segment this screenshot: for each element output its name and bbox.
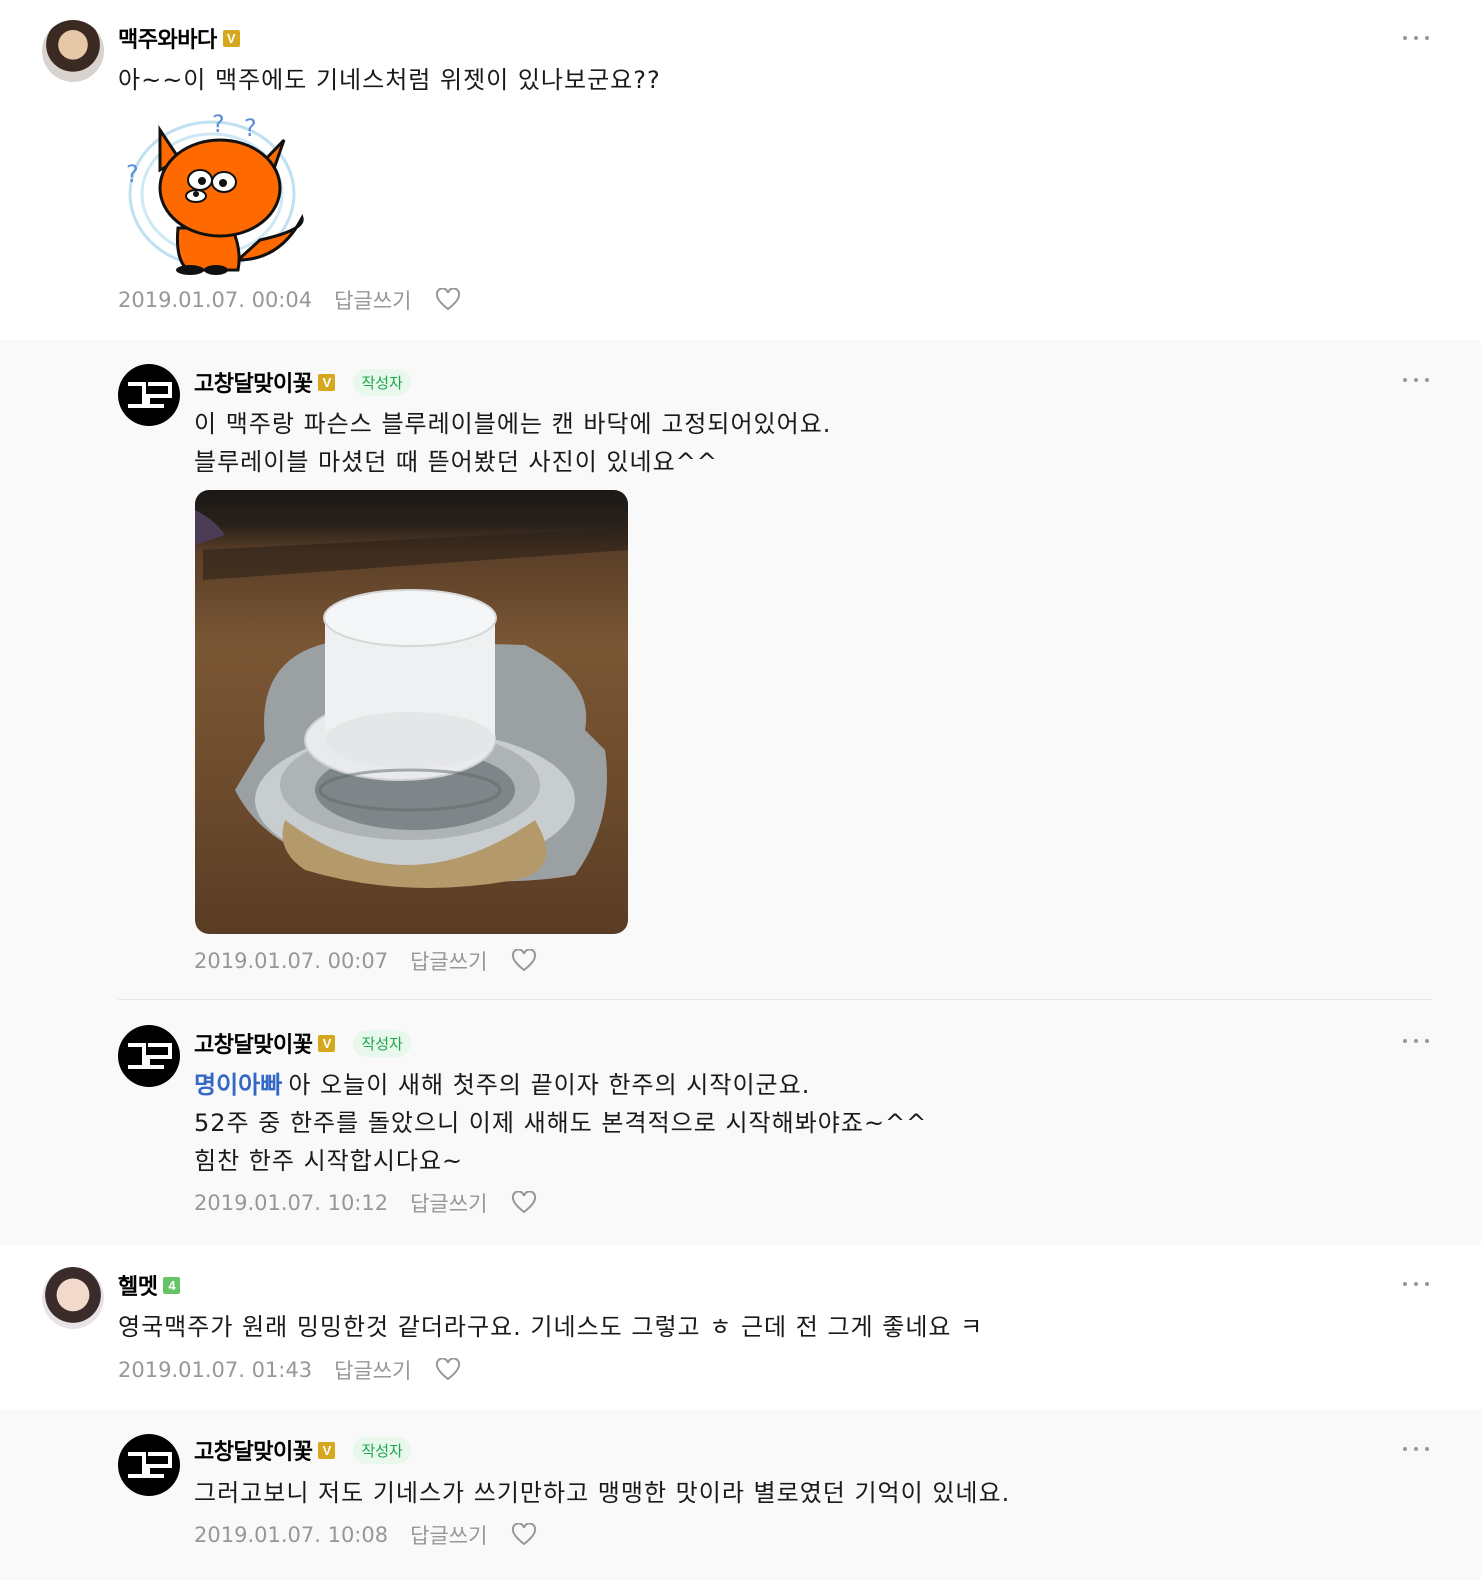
cafe-logo[interactable] — [118, 1025, 180, 1087]
heart-icon[interactable] — [435, 1358, 461, 1382]
avatar[interactable] — [42, 1267, 104, 1329]
reply-thread: 고창달맞이꽃 V 작성자 이 맥주랑 파슨스 블루레이블에는 캔 바닥에 고정되… — [0, 340, 1481, 1245]
heart-icon[interactable] — [511, 1191, 537, 1215]
level-badge-icon: V — [318, 1441, 336, 1459]
reply-thread: 고창달맞이꽃 V 작성자 그러고보니 저도 기네스가 쓰기만하고 맹맹한 맛이라… — [0, 1410, 1481, 1580]
author-badge: 작성자 — [353, 368, 411, 396]
reply-button[interactable]: 답글쓰기 — [334, 285, 411, 315]
mention-link[interactable]: 명이아빠 — [194, 1071, 282, 1099]
comment-text: 그러고보니 저도 기네스가 쓰기만하고 맹맹한 맛이라 별로였던 기억이 있네요… — [194, 1479, 1011, 1507]
reply-button[interactable]: 답글쓰기 — [410, 1188, 487, 1218]
level-badge-icon: V — [222, 29, 240, 47]
comment-item: 헬멧 4 영국맥주가 원래 밍밍한것 같더라구요. 기네스도 그렇고 ㅎ 근데 … — [0, 1245, 1481, 1410]
heart-icon[interactable] — [511, 949, 537, 973]
comment-text-line: 52주 중 한주를 돌았으니 이제 새해도 본격적으로 시작해봐야죠~^^ — [194, 1109, 928, 1137]
reply-button[interactable]: 답글쓰기 — [334, 1355, 411, 1385]
heart-icon[interactable] — [511, 1523, 537, 1547]
comment-nickname[interactable]: 고창달맞이꽃 — [194, 366, 313, 398]
comment-text-line: 이 맥주랑 파슨스 블루레이블에는 캔 바닥에 고정되어있어요. — [194, 410, 832, 438]
level-badge-icon: V — [318, 373, 336, 391]
fox-sticker: ? ? ? — [126, 110, 304, 275]
comment-nickname[interactable]: 고창달맞이꽃 — [194, 1434, 313, 1466]
cafe-logo[interactable] — [118, 364, 180, 426]
avatar[interactable] — [42, 20, 104, 82]
comment-date: 2019.01.07. 10:12 — [194, 1191, 389, 1215]
more-options-icon[interactable] — [1403, 1281, 1429, 1287]
more-options-icon[interactable] — [1403, 1446, 1429, 1452]
comment-nickname[interactable]: 고창달맞이꽃 — [194, 1027, 313, 1059]
level-badge-icon: 4 — [163, 1276, 181, 1294]
comment-nickname[interactable]: 맥주와바다 — [118, 22, 217, 54]
comment-date: 2019.01.07. 00:07 — [194, 949, 389, 973]
svg-text:?: ? — [212, 110, 225, 138]
comment-date: 2019.01.07. 00:04 — [118, 288, 313, 312]
comment-text: 영국맥주가 원래 밍밍한것 같더라구요. 기네스도 그렇고 ㅎ 근데 전 그게 … — [118, 1313, 984, 1341]
more-options-icon[interactable] — [1403, 377, 1429, 383]
comment-text: 명이아빠 아 오늘이 새해 첫주의 끝이자 한주의 시작이군요. 52주 중 한주… — [194, 1066, 927, 1180]
comment-date: 2019.01.07. 10:08 — [194, 1523, 389, 1547]
reply-button[interactable]: 답글쓰기 — [410, 1520, 487, 1550]
comment-date: 2019.01.07. 01:43 — [118, 1358, 313, 1382]
more-options-icon[interactable] — [1403, 35, 1429, 41]
comment-text-line: 힘찬 한주 시작합시다요~ — [194, 1147, 464, 1175]
svg-text:?: ? — [126, 160, 139, 188]
comment-nickname[interactable]: 헬멧 — [118, 1269, 158, 1301]
comment-text-line: 블루레이블 마셨던 때 뜯어봤던 사진이 있네요^^ — [194, 448, 718, 476]
cafe-logo[interactable] — [118, 1434, 180, 1496]
more-options-icon[interactable] — [1403, 1038, 1429, 1044]
comment-text: 아~~이 맥주에도 기네스처럼 위젯이 있나보군요?? — [118, 66, 661, 94]
heart-icon[interactable] — [435, 288, 461, 312]
svg-text:?: ? — [244, 114, 257, 142]
comment-item: 맥주와바다 V 아~~이 맥주에도 기네스처럼 위젯이 있나보군요?? ? ? … — [0, 0, 1481, 340]
reply-button[interactable]: 답글쓰기 — [410, 946, 487, 976]
comment-text: 이 맥주랑 파슨스 블루레이블에는 캔 바닥에 고정되어있어요. 블루레이블 마… — [194, 405, 831, 481]
divider — [118, 999, 1431, 1000]
attached-photo[interactable] — [195, 490, 628, 934]
author-badge: 작성자 — [353, 1436, 411, 1464]
author-badge: 작성자 — [353, 1029, 411, 1057]
level-badge-icon: V — [318, 1034, 336, 1052]
comment-text-line: 아 오늘이 새해 첫주의 끝이자 한주의 시작이군요. — [288, 1071, 811, 1099]
